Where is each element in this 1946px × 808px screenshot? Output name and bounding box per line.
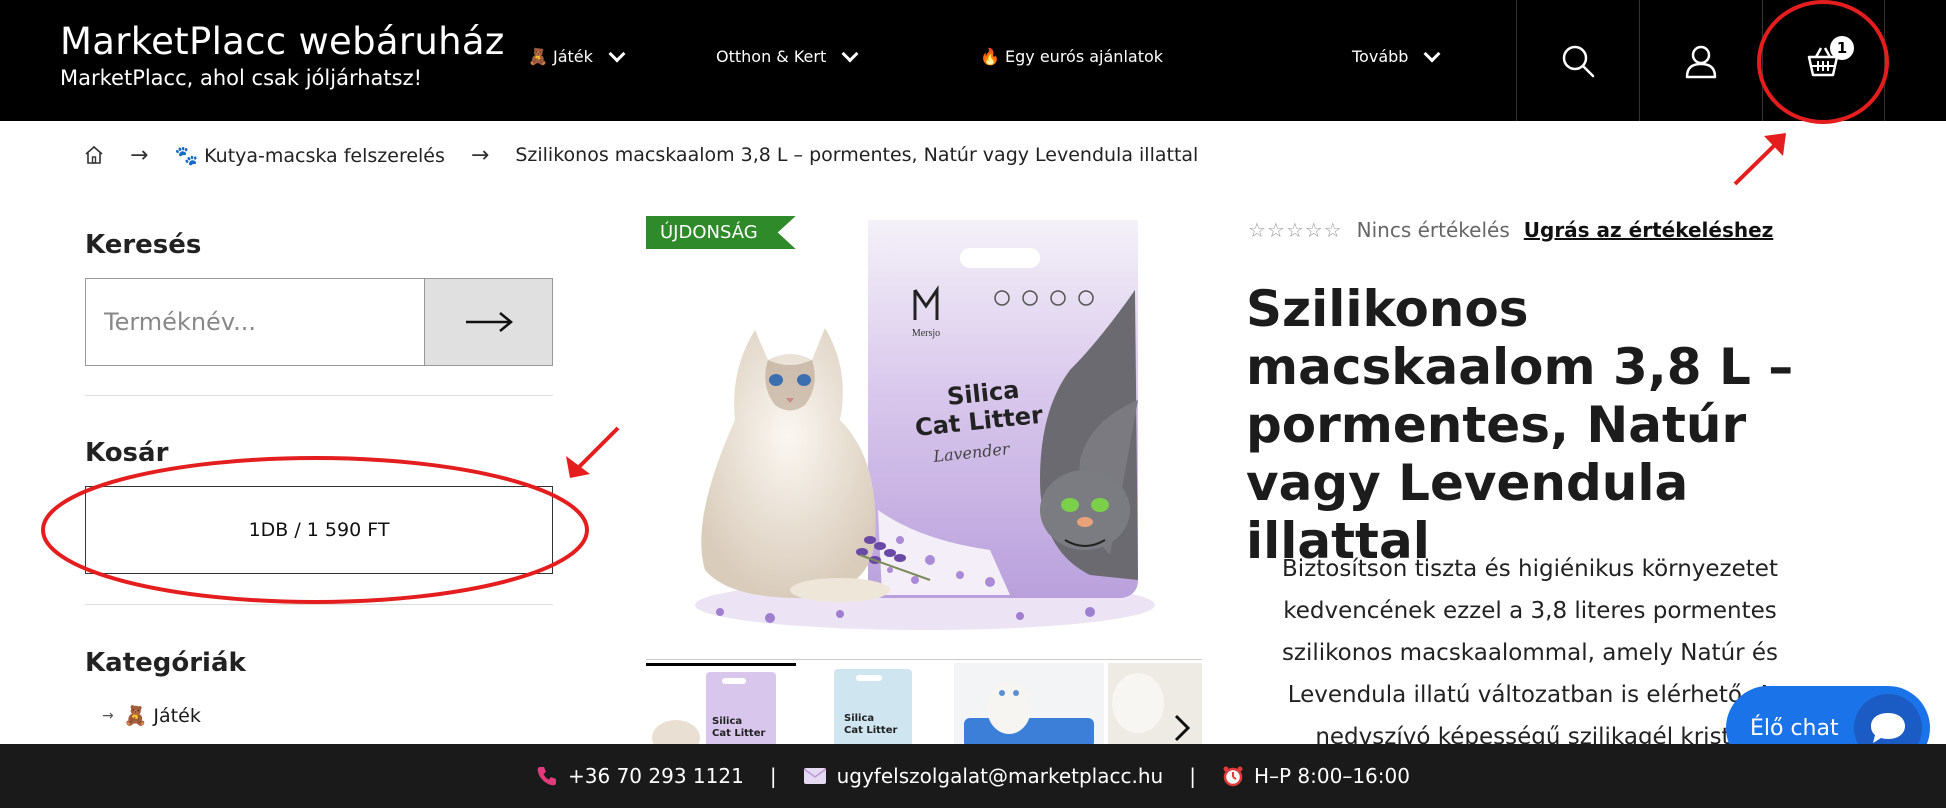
nav-label-tovabb: Tovább xyxy=(1352,47,1409,66)
package-brand-text: Mersjo xyxy=(912,328,940,339)
rating-stars: ☆☆☆☆☆ xyxy=(1248,218,1343,242)
jump-to-reviews-link[interactable]: Ugrás az értékeléshez xyxy=(1524,218,1774,242)
category-item-jatek[interactable]: → 🧸 Játék xyxy=(102,704,201,727)
breadcrumb-current: Szilikonos macskaalom 3,8 L – pormentes,… xyxy=(515,144,1199,166)
brand[interactable]: MarketPlacc webáruház MarketPlacc, ahol … xyxy=(60,20,505,92)
contact-email[interactable]: ugyfelszolgalat@marketplacc.hu xyxy=(803,764,1164,788)
product-thumbnail-image: SilicaCat Litter xyxy=(646,666,796,744)
contact-hours: H–P 8:00–16:00 xyxy=(1222,764,1410,788)
footer-separator: | xyxy=(769,764,777,788)
nav-item-tovabb[interactable]: Tovább xyxy=(1352,45,1441,66)
chevron-down-icon xyxy=(1423,45,1441,62)
header-divider xyxy=(1884,0,1885,121)
new-product-badge: ÚJDONSÁG xyxy=(646,216,796,249)
search-form xyxy=(85,278,553,366)
sidebar-divider xyxy=(85,395,553,396)
chevron-right-icon xyxy=(1174,714,1191,742)
user-icon xyxy=(1685,45,1717,78)
phone-number: +36 70 293 1121 xyxy=(568,764,744,788)
business-hours: H–P 8:00–16:00 xyxy=(1253,764,1410,788)
annotation-arrow-sidebar xyxy=(574,426,620,472)
chevron-down-icon xyxy=(608,45,626,62)
search-button[interactable] xyxy=(1517,0,1639,121)
breadcrumb-separator: → xyxy=(470,142,490,168)
nav-label-jatek: 🧸 Játék xyxy=(528,47,593,66)
site-header: MarketPlacc webáruház MarketPlacc, ahol … xyxy=(0,0,1946,121)
breadcrumb-category[interactable]: 🐾 Kutya-macska felszerelés xyxy=(174,144,444,167)
annotation-arrowhead xyxy=(566,456,590,478)
svg-text:Silica: Silica xyxy=(712,716,742,727)
category-label: 🧸 Játék xyxy=(123,705,201,727)
product-thumbnails: Silica Cat Litter Silica Cat Litter xyxy=(646,659,1202,744)
contact-phone[interactable]: +36 70 293 1121 xyxy=(536,764,744,788)
brand-tagline: MarketPlacc, ahol csak jóljárhatsz! xyxy=(60,66,423,90)
alarm-clock-icon xyxy=(1223,766,1243,787)
nav-item-jatek[interactable]: 🧸 Játék xyxy=(528,45,626,66)
search-heading: Keresés xyxy=(85,230,202,260)
breadcrumb-separator: → xyxy=(130,142,149,168)
cart-count-badge: 1 xyxy=(1830,36,1854,60)
arrow-right-icon xyxy=(465,312,513,332)
product-thumbnail-image xyxy=(954,663,1104,744)
annotation-arrowhead xyxy=(1764,133,1786,156)
arrow-right-icon: → xyxy=(102,707,114,724)
nav-label-otthon-kert: Otthon & Kert xyxy=(716,47,827,66)
contact-bar: +36 70 293 1121 | ugyfelszolgalat@market… xyxy=(0,744,1946,808)
home-icon[interactable] xyxy=(84,145,104,165)
nav-item-otthon-kert[interactable]: Otthon & Kert xyxy=(716,45,859,66)
rating-row: ☆☆☆☆☆ Nincs értékelés Ugrás az értékelés… xyxy=(1248,218,1773,242)
cart-button[interactable]: 1 xyxy=(1762,0,1884,121)
thumbnail-1[interactable]: Silica Cat Litter xyxy=(646,663,796,744)
product-main-image[interactable]: Mersjo Silica Cat Litter Lavender xyxy=(690,220,1160,630)
thumbnail-3[interactable] xyxy=(954,663,1104,744)
svg-text:Cat Litter: Cat Litter xyxy=(712,728,765,739)
chevron-down-icon xyxy=(841,45,859,62)
categories-heading: Kategóriák xyxy=(85,648,246,678)
annotation-arrow-cart xyxy=(1733,136,1784,186)
rating-text: Nincs értékelés xyxy=(1356,218,1510,242)
search-icon xyxy=(1562,45,1595,77)
thumbnail-next-button[interactable] xyxy=(1172,712,1192,748)
footer-separator: | xyxy=(1189,764,1196,788)
search-submit-button[interactable] xyxy=(424,279,552,365)
thumbnail-2[interactable]: Silica Cat Litter xyxy=(800,663,950,744)
sidebar-cart-summary[interactable]: 1DB / 1 590 FT xyxy=(85,486,553,574)
breadcrumb: → 🐾 Kutya-macska felszerelés → Szilikono… xyxy=(84,140,1198,170)
account-button[interactable] xyxy=(1640,0,1762,121)
brand-title[interactable]: MarketPlacc webáruház xyxy=(60,20,505,64)
live-chat-label: Élő chat xyxy=(1750,715,1839,741)
phone-icon xyxy=(537,767,557,786)
search-input[interactable] xyxy=(86,279,424,365)
cart-heading: Kosár xyxy=(85,438,169,468)
envelope-icon xyxy=(803,768,827,784)
svg-text:Cat Litter: Cat Litter xyxy=(844,725,897,736)
nav-item-egy-euros[interactable]: 🔥 Egy eurós ajánlatok xyxy=(980,47,1163,66)
product-thumbnail-image: SilicaCat Litter xyxy=(800,663,950,744)
svg-text:Silica: Silica xyxy=(844,713,874,724)
email-address: ugyfelszolgalat@marketplacc.hu xyxy=(836,764,1164,788)
nav-label-egy-euros: 🔥 Egy eurós ajánlatok xyxy=(980,47,1164,66)
product-title: Szilikonos macskaalom 3,8 L – pormentes,… xyxy=(1246,280,1794,570)
sidebar-divider xyxy=(85,604,553,605)
